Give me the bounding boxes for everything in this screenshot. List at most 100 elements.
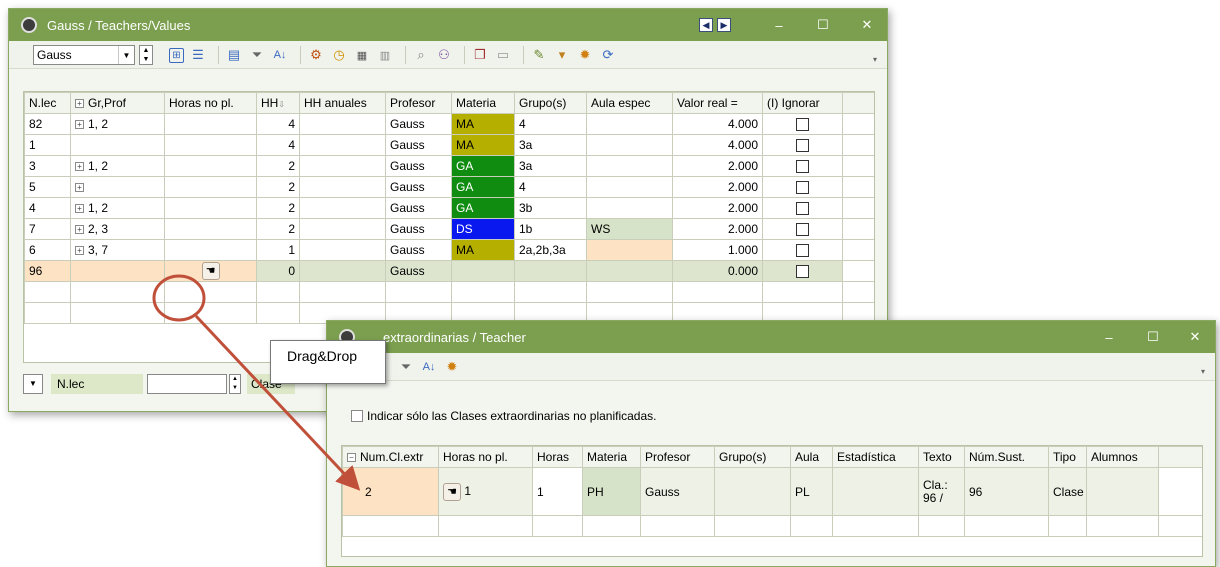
cell-blank[interactable] (842, 113, 874, 135)
table-row-empty[interactable] (342, 515, 1202, 537)
cell-nlec[interactable]: 96 (24, 260, 71, 282)
cell-materia[interactable]: GA (451, 176, 515, 198)
cell-materia[interactable]: GA (451, 197, 515, 219)
cell-valorreal[interactable]: 2.000 (672, 176, 763, 198)
cell-horasnopl[interactable]: ☚ 1 (438, 467, 533, 516)
cell-profesor[interactable]: Gauss (385, 197, 452, 219)
cell-grupos[interactable]: 4 (514, 113, 587, 135)
col-header-horasnopl[interactable]: Horas no pl. (164, 92, 257, 114)
cell-profesor[interactable]: Gauss (385, 260, 452, 282)
col-header-ignorar[interactable]: (I) Ignorar (762, 92, 843, 114)
cell-ignorar[interactable] (762, 218, 843, 240)
maximize-button[interactable]: ☐ (1131, 321, 1175, 353)
cell-blank[interactable] (842, 239, 874, 261)
col-header-alumnos[interactable]: Alumnos (1086, 446, 1159, 468)
cell-materia[interactable]: MA (451, 113, 515, 135)
cell-horasnopl[interactable]: ☚ (164, 260, 257, 282)
cell-hhanuales[interactable] (299, 218, 386, 240)
cell-horasnopl[interactable] (164, 155, 257, 177)
cell-valorreal[interactable]: 2.000 (672, 155, 763, 177)
cell-profesor[interactable]: Gauss (385, 155, 452, 177)
cell-valorreal[interactable]: 1.000 (672, 239, 763, 261)
cell-ignorar[interactable] (762, 113, 843, 135)
sort-icon[interactable]: A↓ (271, 46, 289, 64)
nav-prev-icon[interactable]: ◀ (699, 18, 713, 32)
col-header-grupos[interactable]: Grupo(s) (514, 92, 587, 114)
col-header-texto[interactable]: Texto (918, 446, 965, 468)
table-row[interactable]: 5 +2 Gauss GA 4 2.000 (24, 176, 874, 198)
cell-grprof[interactable] (70, 134, 165, 156)
cell-grprof[interactable]: + (70, 176, 165, 198)
cell-texto[interactable]: Cla.: 96 / (918, 467, 965, 516)
cell-grprof[interactable]: +1, 2 (70, 197, 165, 219)
table-row-empty[interactable] (24, 281, 874, 303)
window-icon[interactable]: ▭ (494, 46, 512, 64)
cell-materia[interactable]: MA (451, 134, 515, 156)
cell-blank[interactable] (842, 260, 874, 282)
cell-nlec[interactable]: 1 (24, 134, 71, 156)
cell-hh[interactable]: 2 (256, 218, 300, 240)
cell-hhanuales[interactable] (299, 197, 386, 219)
close-button[interactable]: ✕ (1173, 321, 1217, 353)
cell-hhanuales[interactable] (299, 260, 386, 282)
unplanned-filter[interactable]: Indicar sólo las Clases extraordinarias … (351, 409, 656, 423)
hand-drag-icon[interactable]: ☚ (201, 262, 220, 280)
cell-hhanuales[interactable] (299, 239, 386, 261)
cell-materia[interactable] (451, 260, 515, 282)
col-header-profesor[interactable]: Profesor (640, 446, 715, 468)
cell-hhanuales[interactable] (299, 176, 386, 198)
cell-aulaespec[interactable] (586, 260, 673, 282)
expand-icon[interactable]: + (75, 204, 84, 214)
table-row[interactable]: 3 +1, 2 2 Gauss GA 3a 2.000 (24, 155, 874, 177)
col-header-aula[interactable]: Aula (790, 446, 833, 468)
ignore-checkbox[interactable] (796, 139, 809, 153)
cell-profesor[interactable]: Gauss (385, 176, 452, 198)
cell-horasnopl[interactable] (164, 197, 257, 219)
window1-titlebar[interactable]: Gauss / Teachers/Values ◀ ▶ – ☐ ✕ (9, 9, 887, 41)
grid-icon[interactable]: ▥ (376, 46, 394, 64)
cell-grprof[interactable] (70, 260, 165, 282)
cell-blank[interactable] (842, 134, 874, 156)
ignore-checkbox[interactable] (796, 244, 809, 258)
cell-blank[interactable] (842, 155, 874, 177)
cell-grupos[interactable]: 3a (514, 155, 587, 177)
cell-ignorar[interactable] (762, 134, 843, 156)
cell-nlec[interactable]: 6 (24, 239, 71, 261)
hand-drag-icon[interactable]: ☚ (443, 482, 461, 501)
cell-hh[interactable]: 2 (256, 197, 300, 219)
col-header-numsust[interactable]: Núm.Sust. (964, 446, 1049, 468)
window2-titlebar[interactable]: extraordinarias / Teacher – ☐ ✕ (327, 321, 1215, 353)
expand-icon[interactable]: + (75, 246, 84, 256)
expand-icon[interactable]: + (75, 225, 84, 235)
cell-aulaespec[interactable] (586, 155, 673, 177)
table-row[interactable]: 1 4 Gauss MA 3a 4.000 (24, 134, 874, 156)
cell-grprof[interactable]: +3, 7 (70, 239, 165, 261)
footer-input[interactable] (147, 374, 227, 394)
ignore-checkbox[interactable] (796, 202, 809, 216)
cell-aulaespec[interactable] (586, 239, 673, 261)
col-header-grupos[interactable]: Grupo(s) (714, 446, 791, 468)
cell-materia[interactable]: GA (451, 155, 515, 177)
cell-profesor[interactable]: Gauss (385, 218, 452, 240)
cell-alumnos[interactable] (1086, 467, 1159, 516)
footer-dropdown-button[interactable]: ▼ (23, 374, 43, 394)
ignore-checkbox[interactable] (796, 265, 809, 279)
cell-aula[interactable]: PL (790, 467, 833, 516)
col-header-profesor[interactable]: Profesor (385, 92, 452, 114)
cell-aulaespec[interactable] (586, 134, 673, 156)
table-row[interactable]: 82 +1, 2 4 Gauss MA 4 4.000 (24, 113, 874, 135)
cell-blank[interactable] (842, 197, 874, 219)
cell-valorreal[interactable]: 4.000 (672, 134, 763, 156)
cell-nlec[interactable]: 7 (24, 218, 71, 240)
nav-next-icon[interactable]: ▶ (717, 18, 731, 32)
cell-horasnopl[interactable] (164, 176, 257, 198)
cell-hh[interactable]: 2 (256, 155, 300, 177)
table-row[interactable]: 4 +1, 2 2 Gauss GA 3b 2.000 (24, 197, 874, 219)
cell-blank[interactable] (842, 176, 874, 198)
ignore-checkbox[interactable] (796, 181, 809, 195)
ignore-checkbox[interactable] (796, 118, 809, 132)
cell-hhanuales[interactable] (299, 134, 386, 156)
table-row[interactable]: 7 +2, 3 2 Gauss DS 1b WS 2.000 (24, 218, 874, 240)
cell-ignorar[interactable] (762, 176, 843, 198)
minimize-button[interactable]: – (757, 9, 801, 41)
